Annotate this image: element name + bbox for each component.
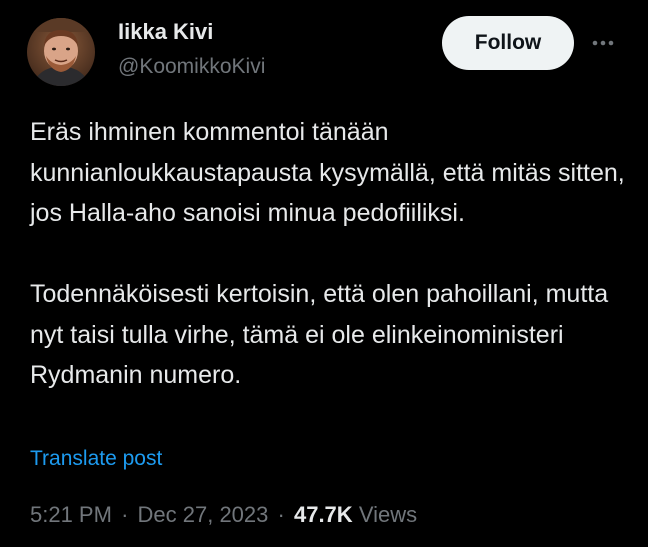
tweet-date[interactable]: Dec 27, 2023 (138, 502, 269, 527)
more-horizontal-icon (592, 40, 614, 46)
tweet-paragraph: Eräs ihminen kommentoi tänään kunnianlou… (30, 118, 625, 227)
tweet-meta: 5:21 PM · Dec 27, 2023 · 47.7K Views (30, 502, 417, 528)
meta-separator: · (121, 502, 129, 527)
avatar-image (27, 18, 95, 86)
more-button[interactable] (588, 30, 618, 56)
author-handle[interactable]: @KoomikkoKivi (118, 55, 265, 79)
tweet-card: Iikka Kivi @KoomikkoKivi Follow Eräs ihm… (0, 0, 648, 547)
tweet-paragraph: Todennäköisesti kertoisin, että olen pah… (30, 280, 609, 389)
tweet-text: Eräs ihminen kommentoi tänään kunnianlou… (30, 112, 630, 396)
meta-separator: · (277, 502, 285, 527)
follow-button[interactable]: Follow (442, 16, 574, 70)
tweet-time[interactable]: 5:21 PM (30, 502, 112, 527)
author-name[interactable]: Iikka Kivi (118, 19, 213, 45)
views-label: Views (358, 502, 418, 527)
translate-post-link[interactable]: Translate post (30, 447, 162, 471)
avatar[interactable] (27, 18, 95, 86)
views-count: 47.7K (293, 502, 353, 527)
